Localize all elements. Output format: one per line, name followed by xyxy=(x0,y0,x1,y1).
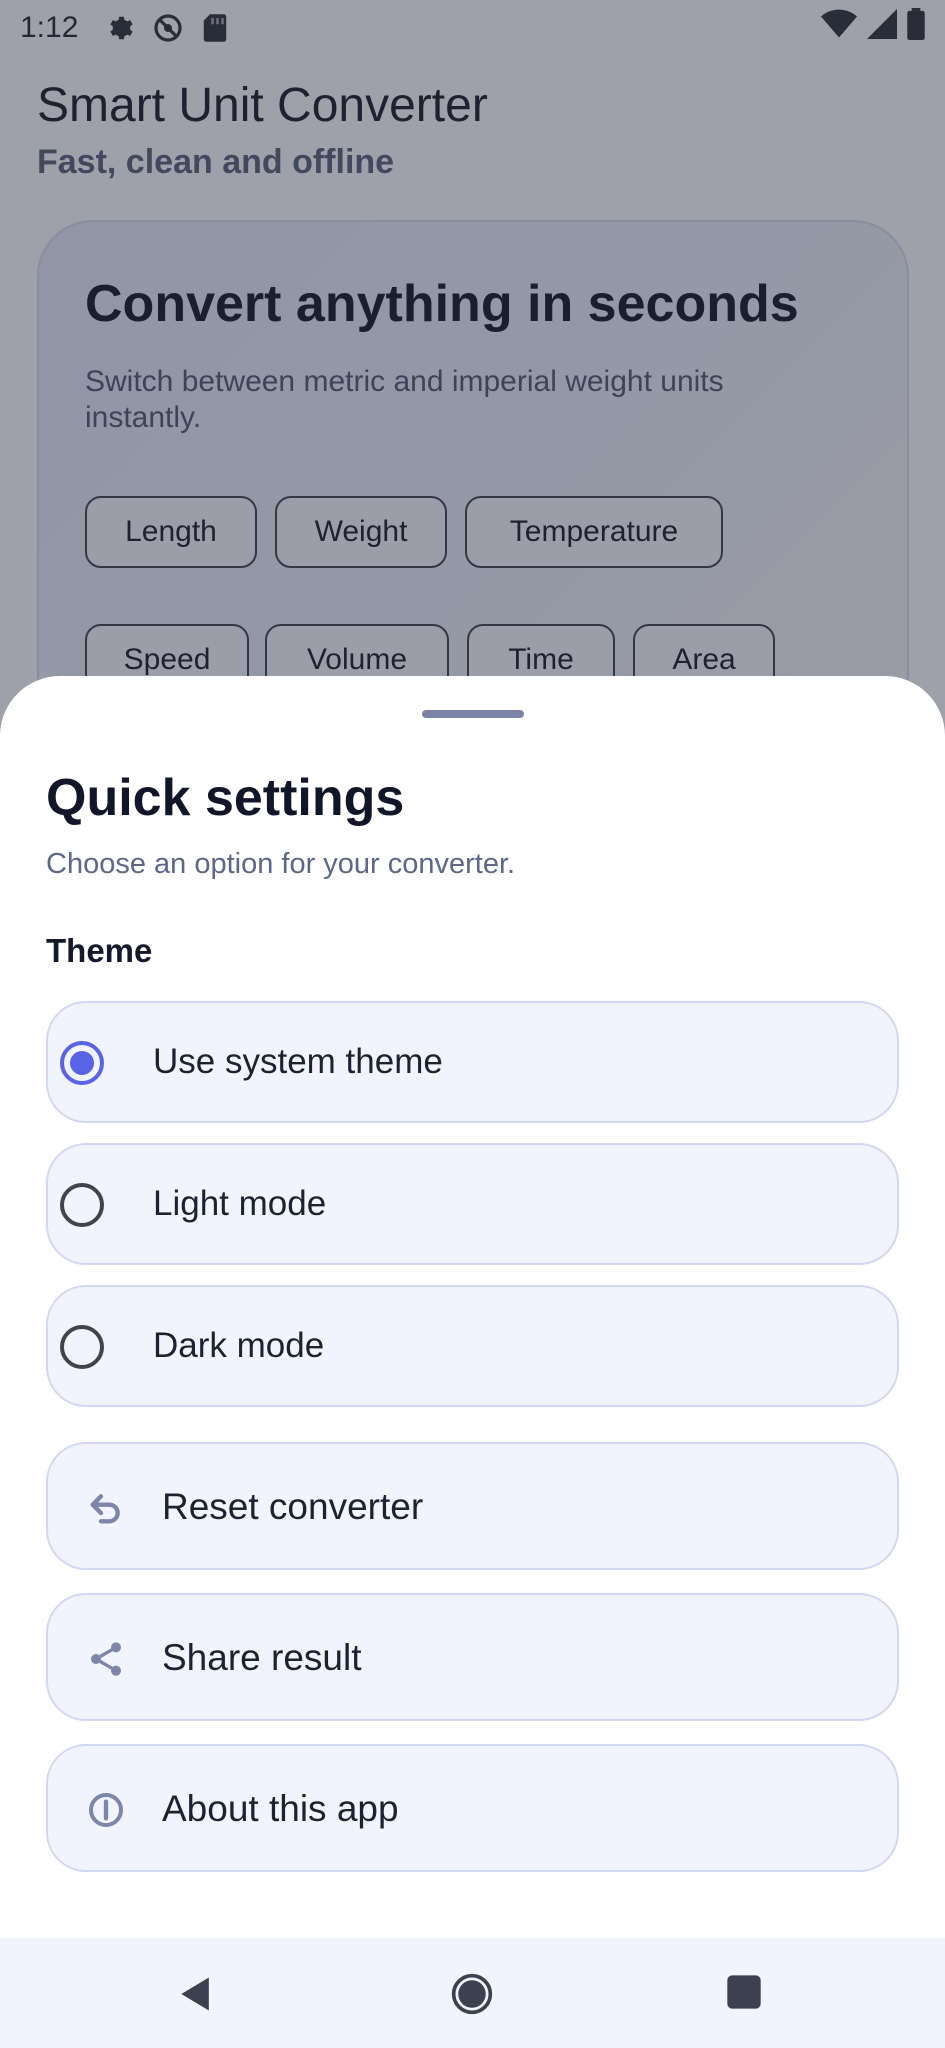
radio-unselected-icon[interactable] xyxy=(60,1183,104,1227)
share-result-button[interactable]: Share result xyxy=(46,1593,899,1721)
drag-handle[interactable] xyxy=(422,710,524,718)
info-icon xyxy=(84,1788,128,1832)
quick-settings-sheet: Quick settings Choose an option for your… xyxy=(0,676,945,2048)
back-icon[interactable] xyxy=(174,1972,218,2016)
action-label: Reset converter xyxy=(162,1486,424,1527)
about-app-button[interactable]: About this app xyxy=(46,1744,899,1872)
theme-option-system[interactable]: Use system theme xyxy=(46,1001,899,1123)
sheet-subtitle: Choose an option for your converter. xyxy=(46,848,516,880)
theme-option-dark[interactable]: Dark mode xyxy=(46,1285,899,1407)
system-nav-bar xyxy=(0,1938,945,2048)
radio-selected-icon[interactable] xyxy=(60,1041,104,1085)
action-label: Share result xyxy=(162,1637,362,1678)
undo-icon xyxy=(84,1486,128,1530)
sheet-title: Quick settings xyxy=(46,769,405,827)
option-label: Use system theme xyxy=(153,1042,443,1081)
option-label: Dark mode xyxy=(153,1326,325,1365)
option-label: Light mode xyxy=(153,1184,327,1223)
recents-icon[interactable] xyxy=(724,1972,768,2016)
reset-converter-button[interactable]: Reset converter xyxy=(46,1442,899,1570)
action-label: About this app xyxy=(162,1788,399,1829)
share-icon xyxy=(84,1637,128,1681)
home-icon[interactable] xyxy=(450,1972,494,2016)
radio-unselected-icon[interactable] xyxy=(60,1325,104,1369)
theme-section-label: Theme xyxy=(46,932,153,969)
theme-option-light[interactable]: Light mode xyxy=(46,1143,899,1265)
